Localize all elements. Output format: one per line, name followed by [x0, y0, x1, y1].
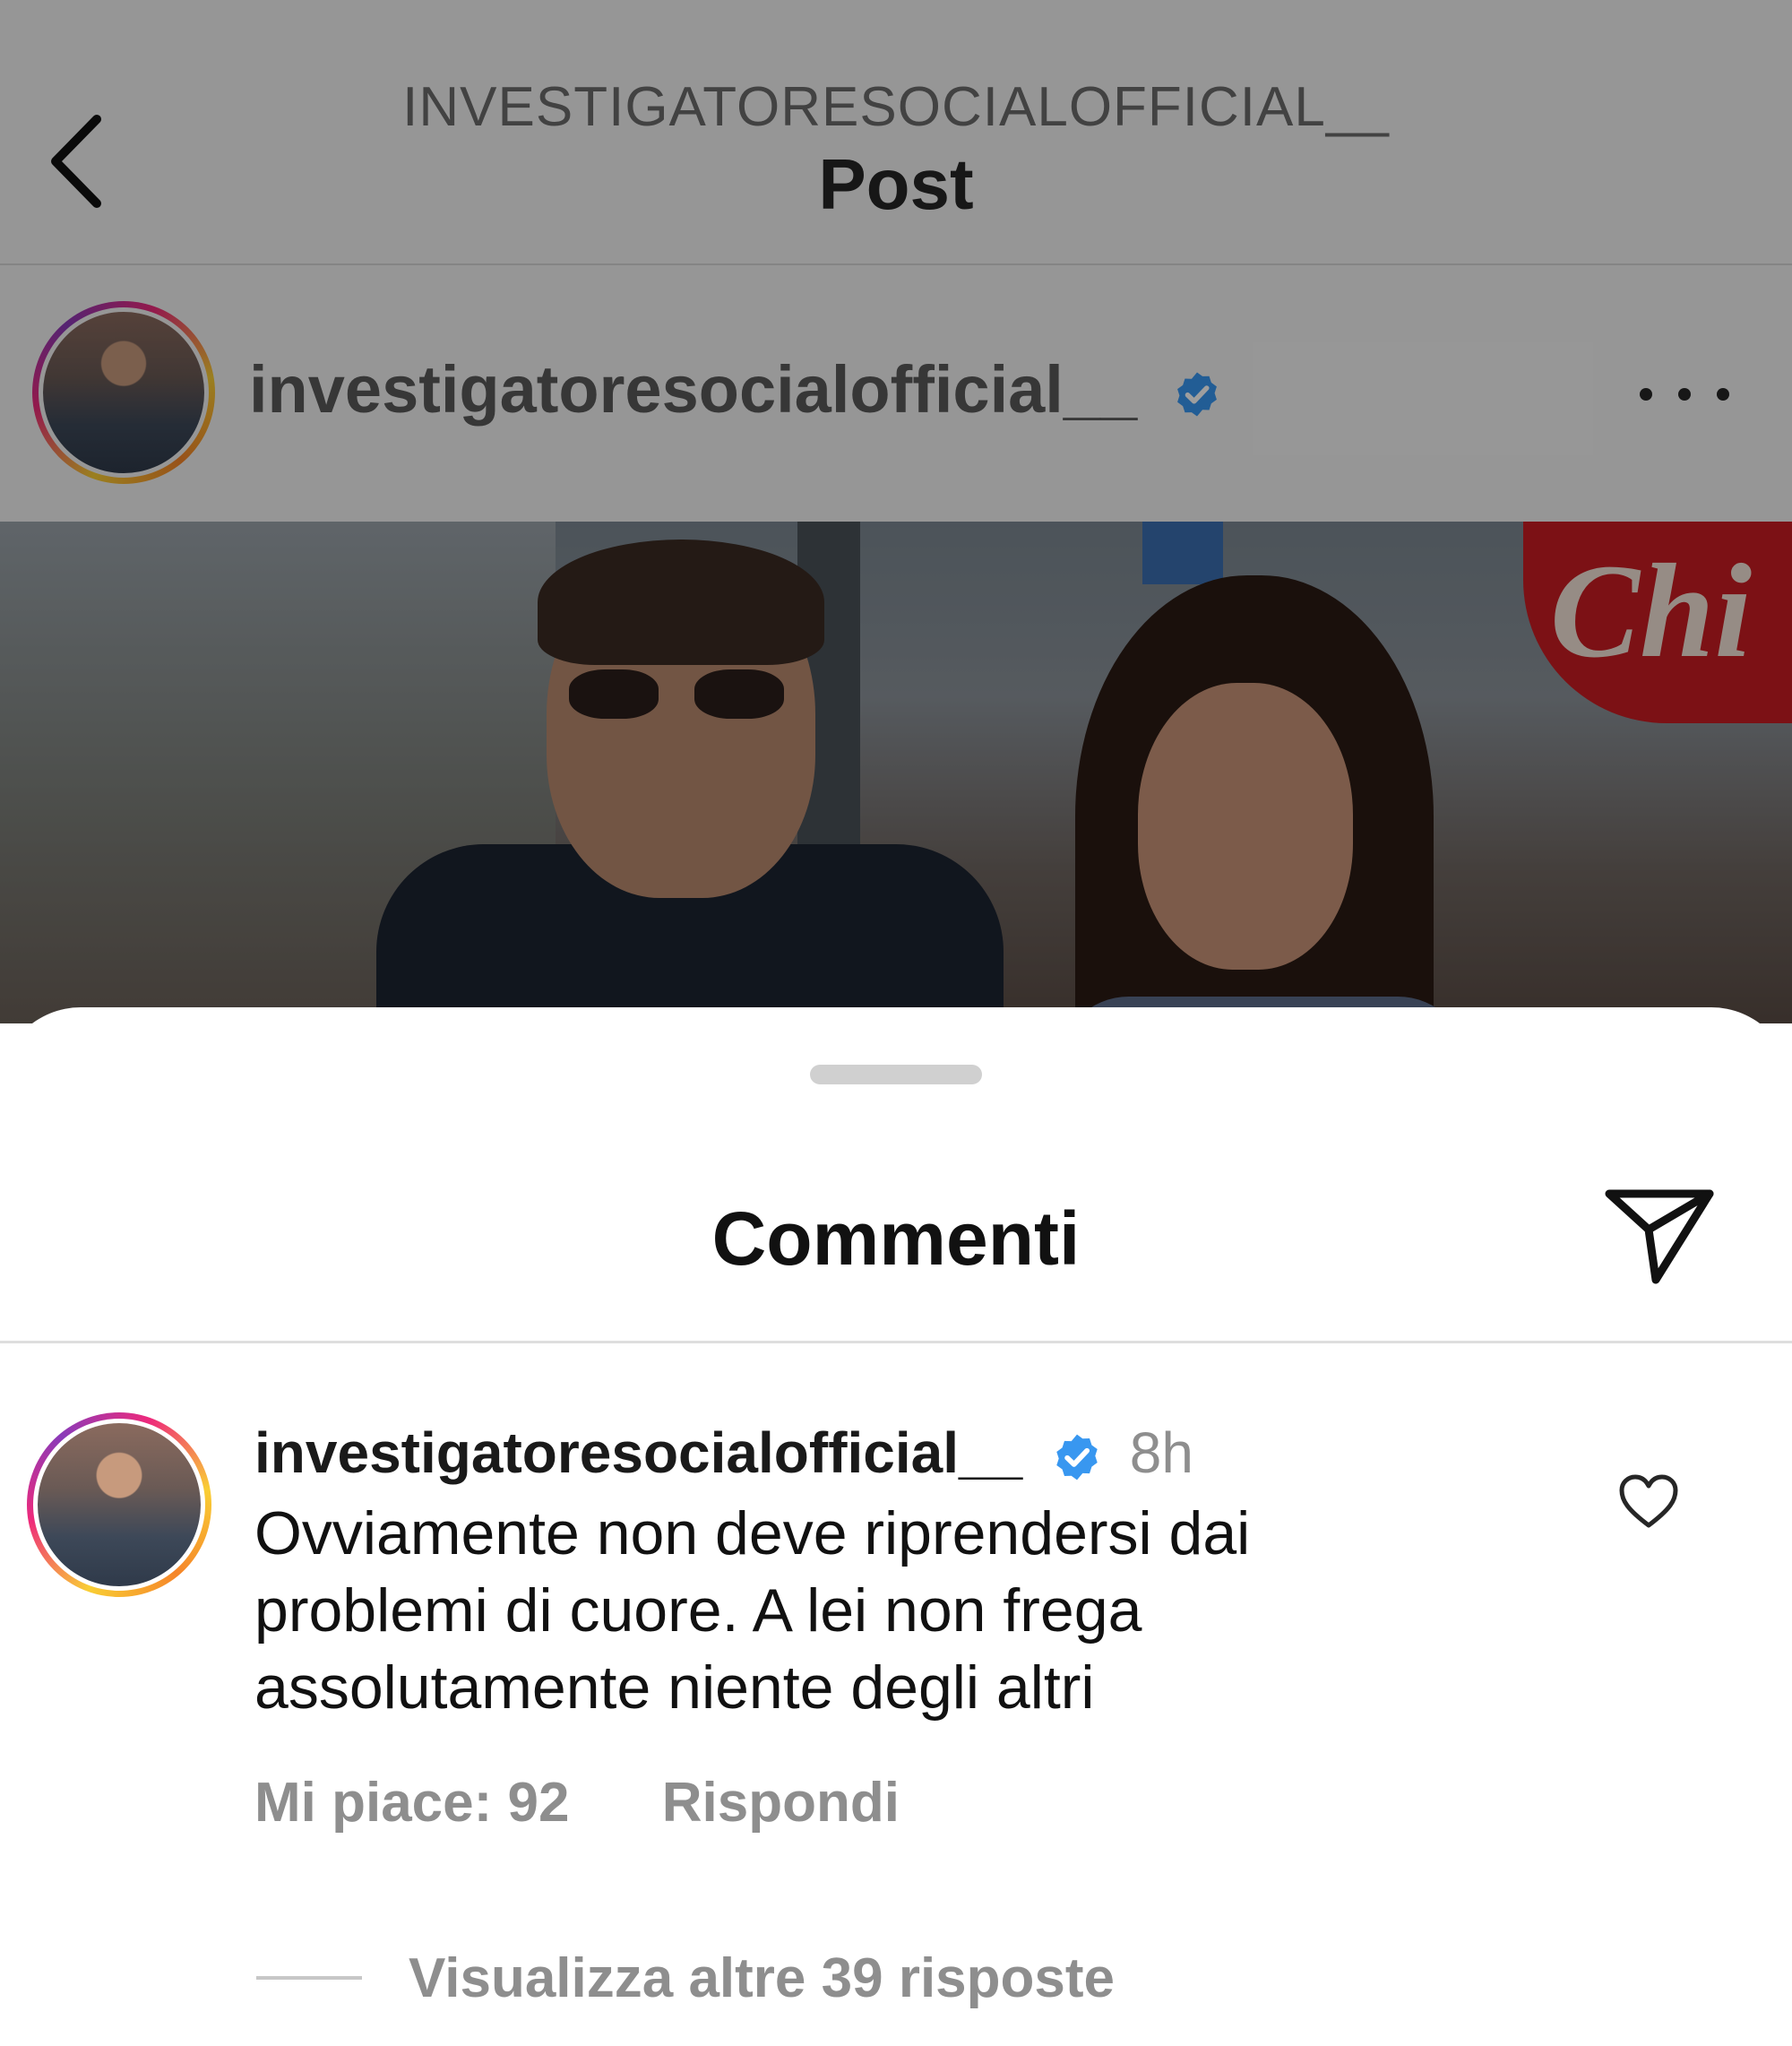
comment-likes-count[interactable]: Mi piace: 92 [254, 1772, 569, 1834]
share-button[interactable] [1602, 1183, 1717, 1291]
replies-divider-line [256, 1976, 362, 1980]
like-comment-button[interactable] [1618, 1473, 1679, 1529]
sheet-drag-handle[interactable] [810, 1065, 982, 1084]
comments-sheet: Commenti investigatoresocialofficial__ 8… [0, 1007, 1792, 2046]
magazine-logo: Chi [1523, 522, 1792, 723]
sheet-divider [0, 1341, 1792, 1343]
reply-button[interactable]: Rispondi [662, 1772, 900, 1834]
comment-author-avatar[interactable] [27, 1412, 211, 1597]
view-replies-button[interactable]: Visualizza altre 39 risposte [256, 1947, 1115, 2009]
comment-timestamp: 8h [1129, 1420, 1193, 1485]
page-title: Post [818, 144, 974, 224]
view-replies-label[interactable]: Visualizza altre 39 risposte [409, 1947, 1115, 2010]
comment-text: Ovviamente non deve riprendersi dai prob… [254, 1499, 1251, 1722]
verified-badge-icon [1056, 1434, 1098, 1481]
send-icon [1605, 1189, 1714, 1284]
post-author-username[interactable]: investigatoresocialofficial__ [249, 351, 1222, 427]
post-author-avatar[interactable] [32, 301, 215, 484]
heart-icon [1619, 1474, 1678, 1528]
comment-header: investigatoresocialofficial__ 8h [254, 1420, 1193, 1486]
comment-author-username[interactable]: investigatoresocialofficial__ [254, 1420, 1022, 1485]
post-image[interactable]: Chi [0, 522, 1792, 1023]
verified-badge-icon [1176, 372, 1217, 417]
comment-actions: Mi piace: 92 Rispondi [254, 1771, 900, 1834]
account-name-header: INVESTIGATORESOCIALOFFICIAL__ [402, 76, 1390, 138]
more-options-button[interactable] [1640, 367, 1729, 421]
comments-title: Commenti [711, 1196, 1081, 1281]
more-options-icon [1640, 388, 1652, 401]
top-navigation-bar: INVESTIGATORESOCIALOFFICIAL__ Post [0, 0, 1792, 265]
post-author-username-text[interactable]: investigatoresocialofficial__ [249, 352, 1137, 427]
